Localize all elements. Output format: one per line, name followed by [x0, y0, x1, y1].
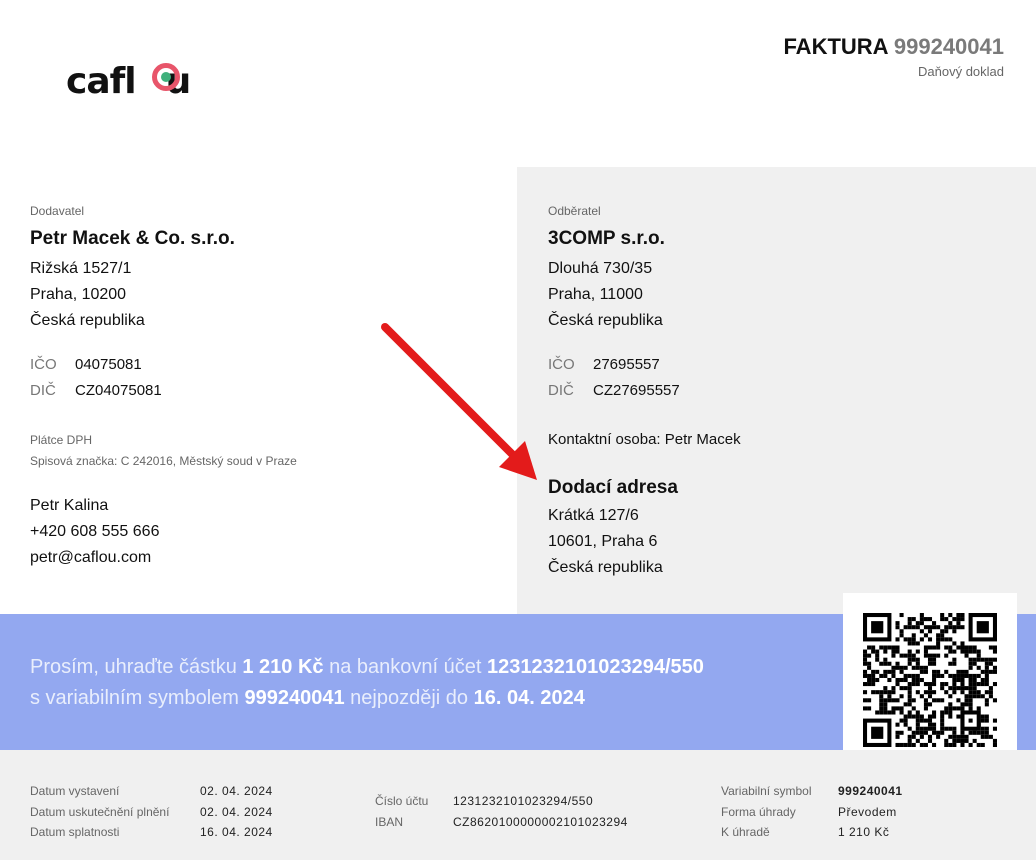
- customer-dic-label: DIČ: [548, 382, 574, 399]
- supplier-street: Rižská 1527/1: [30, 260, 132, 277]
- customer-contact-person: Kontaktní osoba: Petr Macek: [548, 431, 741, 448]
- footer-bank: Číslo účtu 1231232101023294/550 IBAN CZ862…: [375, 791, 628, 832]
- delivery-street: Krátká 127/6: [548, 507, 639, 524]
- supplier-dic: CZ04075081: [75, 382, 162, 399]
- due-date: 16. 04. 2024: [200, 825, 273, 839]
- document-title: FAKTURA 999240041: [783, 34, 1004, 59]
- customer-dic: CZ27695557: [593, 382, 680, 399]
- customer-label: Odběratel: [548, 204, 601, 218]
- supplier-ico: 04075081: [75, 356, 142, 373]
- payment-method-label: Forma úhrady: [721, 804, 796, 819]
- invoice-header: cafl u FAKTURA 999240041 Daňový doklad: [0, 0, 1036, 167]
- supplier-country: Česká republika: [30, 312, 145, 329]
- vat-payer-note: Plátce DPH: [30, 433, 93, 447]
- supplier-name: Petr Macek & Co. s.r.o.: [30, 228, 235, 249]
- vs-label: Variabilní symbol: [721, 784, 812, 798]
- payment-instruction: Prosím, uhraďte částku 1 210 Kč na banko…: [30, 656, 704, 709]
- supplier-contact: Petr Kalina +420 608 555 666 petr@caflou…: [30, 493, 159, 571]
- customer-block: Odběratel 3COMP s.r.o. Dlouhá 730/35 Pra…: [548, 204, 680, 404]
- supplier-vat-info: Plátce DPH Spisová značka: C 242016, Měs…: [30, 430, 297, 472]
- supplier-label: Dodavatel: [30, 204, 85, 218]
- account-label: Číslo účtu: [375, 794, 429, 808]
- account-number: 1231232101023294/550: [453, 794, 594, 808]
- payment-account: 1231232101023294/550: [487, 656, 704, 678]
- total-label: K úhradě: [721, 825, 770, 839]
- invoice-number: 999240041: [893, 34, 1004, 59]
- document-subtitle: Daňový doklad: [918, 64, 1004, 79]
- iban-label: IBAN: [375, 814, 404, 829]
- payment-qr-code: [843, 593, 1017, 771]
- supplier-ids: IČO 04075081 DIČ CZ04075081: [30, 352, 235, 404]
- contact-name: Petr Kalina: [30, 497, 109, 514]
- total-amount: 1 210 Kč: [838, 825, 890, 839]
- footer-payment: Variabilní symbol 999240041 Forma úhrady P…: [721, 781, 903, 843]
- customer-name: 3COMP s.r.o.: [548, 228, 665, 249]
- customer-city: Praha, 11000: [548, 286, 643, 303]
- customer-ids: IČO 27695557 DIČ CZ27695557: [548, 352, 680, 404]
- payment-method: Převodem: [838, 804, 897, 819]
- payment-vs: 999240041: [244, 687, 345, 709]
- issue-date: 02. 04. 2024: [200, 784, 273, 798]
- iban: CZ8620100000002101023294: [453, 814, 628, 829]
- variable-symbol: 999240041: [838, 784, 903, 798]
- contact-email[interactable]: petr@caflou.com: [30, 545, 159, 571]
- red-arrow-annotation-icon: [381, 323, 537, 480]
- taxable-date: 02. 04. 2024: [200, 804, 273, 819]
- customer-ico-label: IČO: [548, 356, 575, 373]
- delivery-address: Dodací adresa Krátká 127/6 10601, Praha …: [548, 477, 678, 581]
- customer-street: Dlouhá 730/35: [548, 260, 653, 277]
- footer-dates: Datum vystavení 02. 04. 2024 Datum uskute…: [30, 781, 273, 843]
- contact-phone[interactable]: +420 608 555 666: [30, 519, 159, 545]
- taxable-date-label: Datum uskutečnění plnění: [30, 804, 170, 819]
- logo-dot-icon: [161, 72, 171, 82]
- supplier-dic-label: DIČ: [30, 382, 56, 399]
- supplier-block: Dodavatel Petr Macek & Co. s.r.o. Rižská…: [30, 204, 235, 404]
- customer-ico: 27695557: [593, 356, 660, 373]
- supplier-city: Praha, 10200: [30, 286, 127, 303]
- caflou-logo: cafl u: [66, 60, 208, 104]
- qr-code-icon: [863, 613, 997, 747]
- delivery-city: 10601, Praha 6: [548, 533, 658, 550]
- customer-country: Česká republika: [548, 312, 663, 329]
- delivery-country: Česká republika: [548, 559, 663, 576]
- supplier-ico-label: IČO: [30, 356, 57, 373]
- delivery-title: Dodací adresa: [548, 477, 678, 498]
- payment-amount: 1 210 Kč: [242, 656, 324, 678]
- due-date-label: Datum splatnosti: [30, 825, 120, 839]
- issue-date-label: Datum vystavení: [30, 784, 120, 798]
- registry-note: Spisová značka: C 242016, Městský soud v…: [30, 454, 297, 468]
- payment-due: 16. 04. 2024: [473, 687, 585, 709]
